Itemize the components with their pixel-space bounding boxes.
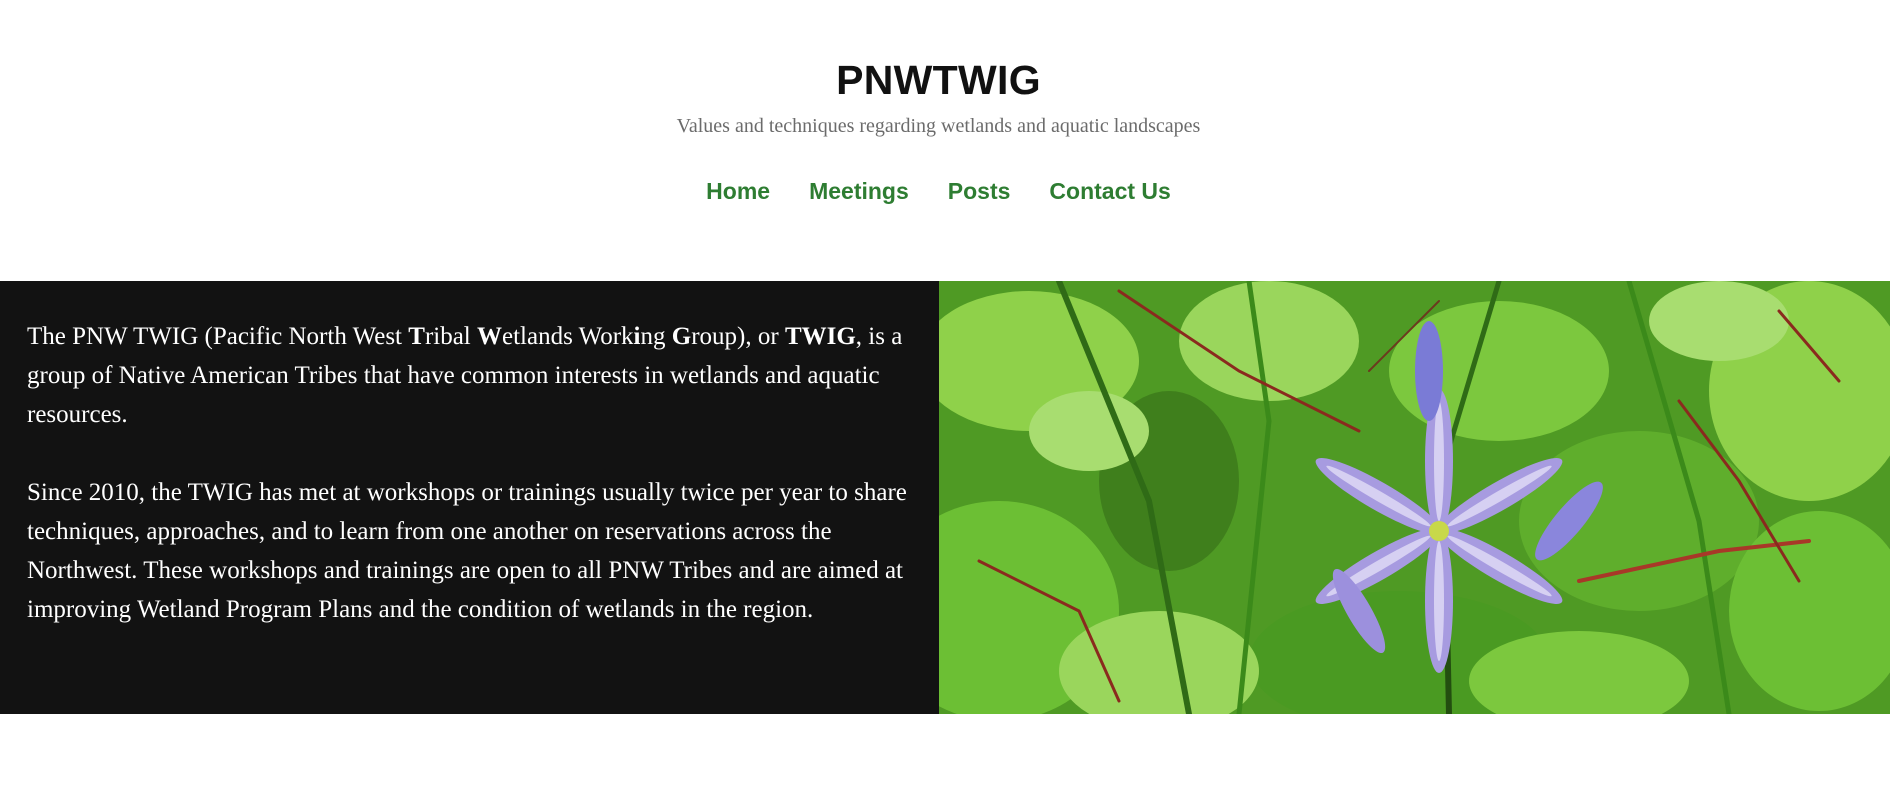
site-header: PNWTWIG Values and techniques regarding … bbox=[0, 0, 1890, 280]
nav-meetings[interactable]: Meetings bbox=[809, 176, 909, 206]
history-paragraph: Since 2010, the TWIG has met at workshop… bbox=[27, 479, 907, 623]
nav-contact-us[interactable]: Contact Us bbox=[1049, 176, 1170, 206]
hero-section: The PNW TWIG (Pacific North West Tribal … bbox=[0, 281, 1890, 714]
site-tagline: Values and techniques regarding wetlands… bbox=[676, 115, 1201, 137]
intro-text-4: ng bbox=[640, 323, 672, 350]
nav-home[interactable]: Home bbox=[706, 176, 770, 206]
intro-text-1: The PNW TWIG (Pacific North West bbox=[27, 323, 409, 350]
camas-flower-photo bbox=[939, 281, 1890, 714]
intro-text-5: roup), or bbox=[691, 323, 785, 350]
intro-bold-i: i bbox=[633, 323, 641, 350]
hero-text-panel: The PNW TWIG (Pacific North West Tribal … bbox=[0, 281, 939, 714]
intro-text-2: ribal bbox=[424, 323, 478, 350]
main-nav: Home Meetings Posts Contact Us bbox=[0, 176, 1877, 206]
intro-bold-g: G bbox=[671, 323, 692, 350]
intro-bold-twig: TWIG bbox=[784, 323, 856, 350]
intro-text-3: etlands Work bbox=[502, 323, 634, 350]
site-title[interactable]: PNWTWIG bbox=[0, 56, 1877, 104]
camas-flower-illustration bbox=[939, 281, 1890, 714]
nav-posts[interactable]: Posts bbox=[948, 176, 1011, 206]
intro-paragraph: The PNW TWIG (Pacific North West Tribal … bbox=[27, 317, 907, 434]
intro-bold-w: W bbox=[477, 323, 503, 350]
intro-bold-t: T bbox=[408, 323, 425, 350]
